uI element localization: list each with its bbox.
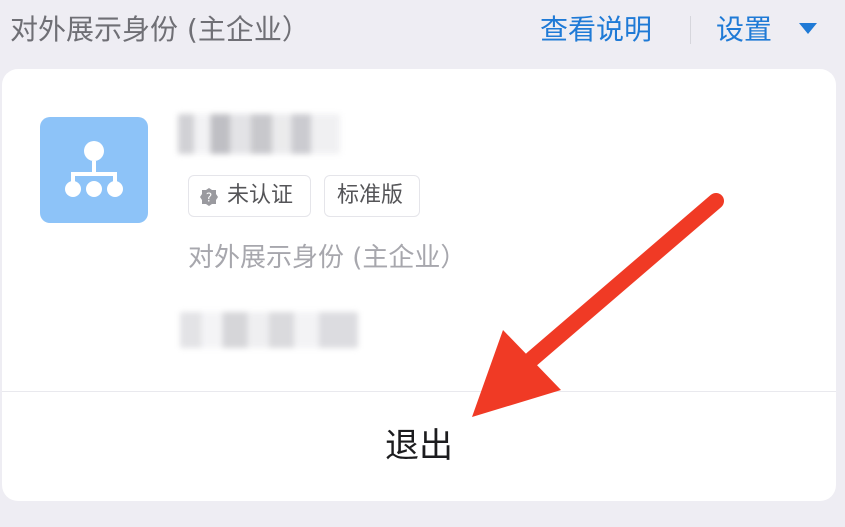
top-bar: 对外展示身份 (主企业） 查看说明 设置 [0, 0, 845, 62]
identity-label: 对外展示身份 (主企业） [188, 243, 467, 273]
org-chart-icon [40, 117, 148, 223]
identity-title: 对外展示身份 (主企业） [10, 13, 310, 46]
unverified-tag-label: 未认证 [227, 183, 294, 208]
standard-edition-tag: 标准版 [324, 175, 420, 217]
blurred-company-name [178, 114, 340, 154]
blurred-account-info [180, 312, 358, 348]
standard-edition-label: 标准版 [337, 183, 404, 208]
header-divider [690, 16, 691, 44]
exit-button[interactable]: 退出 [2, 392, 836, 501]
unverified-tag: ? 未认证 [188, 175, 311, 217]
svg-text:?: ? [206, 191, 212, 205]
caret-down-icon[interactable] [799, 23, 817, 34]
settings-link[interactable]: 设置 [716, 10, 772, 50]
enterprise-card: ? 未认证 标准版 对外展示身份 (主企业） 退出 [2, 69, 836, 501]
view-help-link[interactable]: 查看说明 [540, 10, 652, 50]
unverified-badge-icon: ? [199, 187, 219, 207]
